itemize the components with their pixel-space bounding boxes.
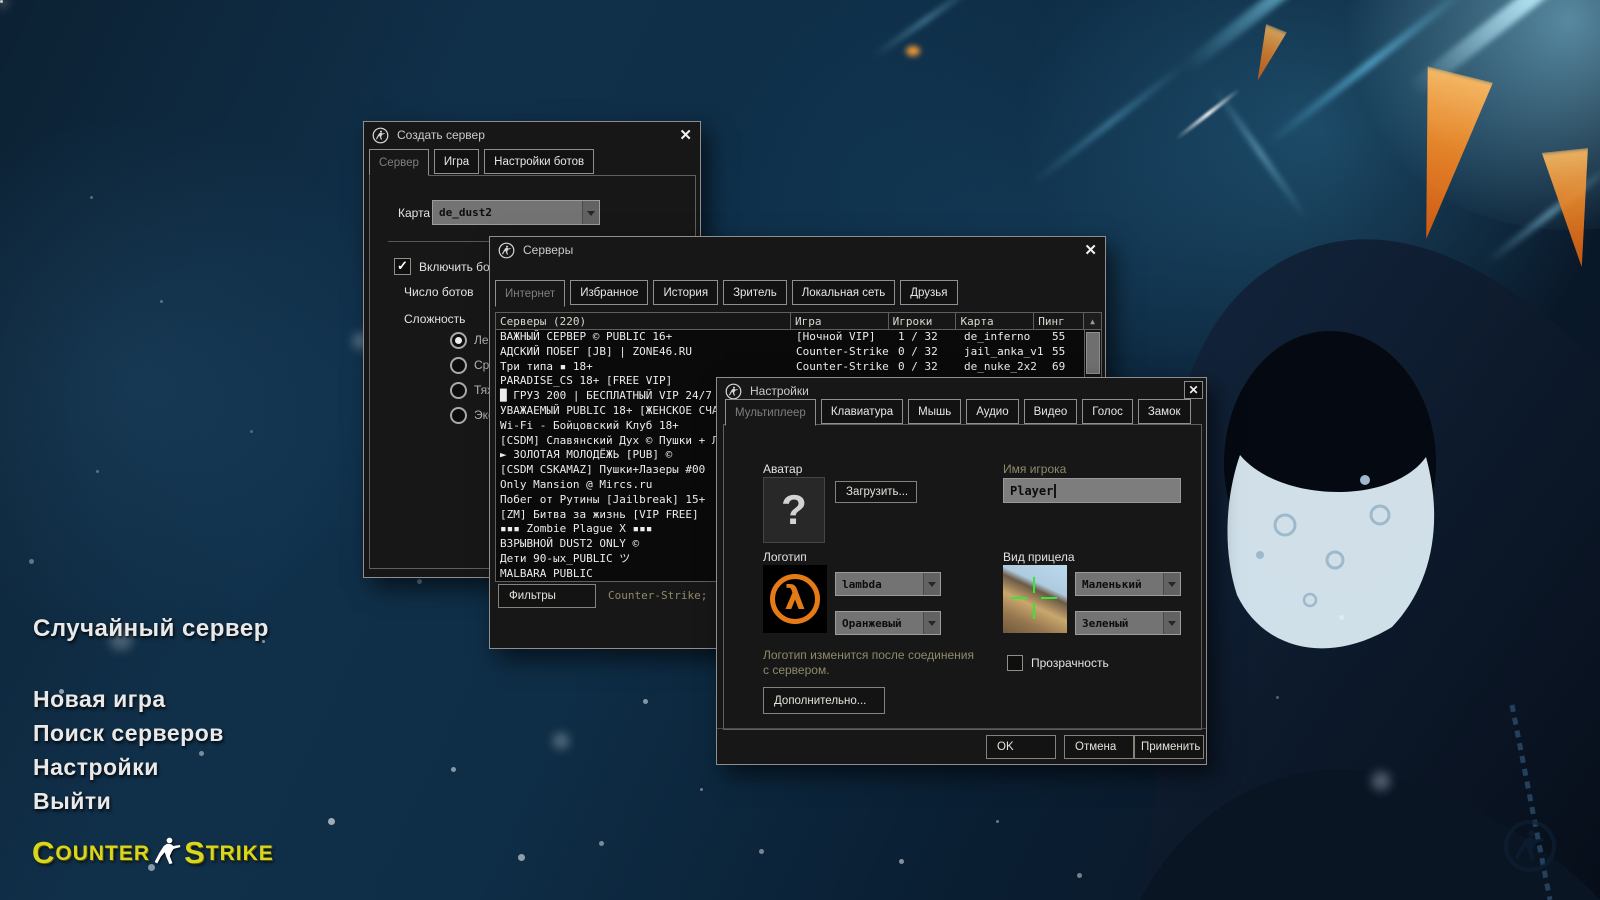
logo-text: S (184, 839, 206, 866)
server-list-header: Серверы (220) Игра Игроки Карта Пинг ▲ (496, 313, 1101, 330)
tab-friends[interactable]: Друзья (900, 280, 957, 305)
server-name: ВЗРЫВНОЙ DUST2 ONLY © (500, 537, 639, 552)
settings-panel (723, 424, 1202, 730)
server-players: 0 / 32 (898, 360, 938, 375)
servers-tabs: Интернет Избранное История Зритель Локал… (495, 280, 958, 307)
counter-strike-logo: COUNTER STRIKE (32, 834, 274, 866)
column-servers[interactable]: Серверы (220) (496, 313, 791, 329)
close-icon[interactable]: ✕ (1084, 243, 1097, 258)
server-game: Counter-Strike (796, 360, 889, 375)
cs-soldier-icon (153, 834, 183, 868)
server-row[interactable]: ВАЖНЫЙ СЕРВЕР © PUBLIC 16+ [Ночной VIP] … (496, 330, 1086, 345)
window-title: Настройки (750, 384, 809, 398)
cancel-button[interactable]: Отмена (1064, 735, 1134, 759)
logo-text: TRIKE (206, 841, 274, 866)
menu-item-new-game[interactable]: Новая игра (33, 686, 166, 713)
filters-button[interactable]: Фильтры (498, 584, 596, 608)
tab-mouse[interactable]: Мышь (908, 399, 961, 424)
server-map: jail_anka_v1 (964, 345, 1043, 360)
apply-button[interactable]: Применить (1134, 735, 1204, 759)
server-name: [ZM] Битва за жизнь [VIP FREE] (500, 508, 699, 523)
logo-text: C (32, 839, 55, 866)
cs-icon (498, 242, 515, 259)
server-row[interactable]: АДСКИЙ ПОБЕГ [JB] | ZONE46.RU Counter-St… (496, 345, 1086, 360)
server-name: Wi-Fi - Бойцовский Клуб 18+ (500, 419, 679, 434)
column-players[interactable]: Игроки (889, 313, 957, 329)
server-map: de_nuke_2x2 (964, 360, 1037, 375)
menu-item-find-servers[interactable]: Поиск серверов (33, 720, 224, 747)
tab-spectate[interactable]: Зритель (723, 280, 787, 305)
tab-keyboard[interactable]: Клавиатура (821, 399, 903, 424)
menu-item-quit[interactable]: Выйти (33, 788, 111, 815)
server-map: de_inferno (964, 330, 1030, 345)
cs-icon (372, 127, 389, 144)
column-ping[interactable]: Пинг (1034, 313, 1084, 329)
server-name: Три типа ▪ 18+ (500, 360, 593, 375)
window-title: Создать сервер (397, 128, 485, 142)
tab-video[interactable]: Видео (1024, 399, 1078, 424)
server-name: [CSDM] Славянский Дух © Пушки + Лазеры (500, 434, 752, 449)
tab-history[interactable]: История (653, 280, 718, 305)
tab-bot-settings[interactable]: Настройки ботов (484, 149, 594, 174)
scrollbar-thumb[interactable] (1086, 332, 1100, 374)
settings-window: Настройки ✕ Мультиплеер Клавиатура Мышь … (716, 377, 1207, 765)
tab-voice[interactable]: Голос (1082, 399, 1133, 424)
tab-lan[interactable]: Локальная сеть (792, 280, 896, 305)
filter-text: Counter-Strike; (608, 589, 707, 602)
server-name: ► ЗОЛОТАЯ МОЛОДЁЖЬ [PUB] © (500, 448, 672, 463)
server-players: 0 / 32 (898, 345, 938, 360)
server-name: ▪▪▪ Zombie Plague X ▪▪▪ (500, 522, 652, 537)
server-game: [Ночной VIP] (796, 330, 875, 345)
tab-internet[interactable]: Интернет (495, 280, 565, 307)
tab-favorites[interactable]: Избранное (570, 280, 648, 305)
server-name: АДСКИЙ ПОБЕГ [JB] | ZONE46.RU (500, 345, 692, 360)
close-icon[interactable]: ✕ (1184, 381, 1203, 399)
bg-layer (0, 120, 420, 640)
settings-tabs: Мультиплеер Клавиатура Мышь Аудио Видео … (725, 399, 1191, 426)
server-ping: 55 (1052, 345, 1065, 360)
create-server-tabs: Сервер Игра Настройки ботов (369, 149, 594, 176)
server-name: PARADISE_CS 18+ [FREE VIP] (500, 374, 672, 389)
tab-game[interactable]: Игра (434, 149, 479, 174)
column-map[interactable]: Карта (956, 313, 1034, 329)
desktop: Случайный сервер Новая игра Поиск сервер… (0, 0, 1600, 900)
bg-bokeh-dots (0, 0, 6, 6)
window-title: Серверы (523, 243, 573, 257)
servers-titlebar[interactable]: Серверы ✕ (490, 237, 1105, 263)
tab-lock[interactable]: Замок (1138, 399, 1191, 424)
server-name: MALBARA PUBLIC (500, 567, 593, 582)
server-name: ВАЖНЫЙ СЕРВЕР © PUBLIC 16+ (500, 330, 672, 345)
server-players: 1 / 32 (898, 330, 938, 345)
server-name: УВАЖАЕМЫЙ PUBLIC 18+ [ЖЕНСКОЕ СЧАС (500, 404, 725, 419)
bg-orange-dot (906, 46, 920, 56)
close-icon[interactable]: ✕ (679, 128, 692, 143)
server-ping: 55 (1052, 330, 1065, 345)
server-row[interactable]: Три типа ▪ 18+ Counter-Strike 0 / 32 de_… (496, 360, 1086, 375)
cs-icon (725, 383, 742, 400)
scroll-up-icon[interactable]: ▲ (1084, 313, 1101, 329)
tab-multiplayer[interactable]: Мультиплеер (725, 399, 816, 426)
cs-watermark-icon (1502, 818, 1558, 874)
menu-item-options[interactable]: Настройки (33, 754, 159, 781)
server-game: Counter-Strike (796, 345, 889, 360)
server-name: Only Mansion @ Mircs.ru (500, 478, 652, 493)
server-name: Дети 90-ых_PUBLIC ツ (500, 552, 630, 567)
tab-server[interactable]: Сервер (369, 149, 429, 176)
server-name: Побег от Рутины [Jailbreak] 15+ (500, 493, 705, 508)
server-ping: 69 (1052, 360, 1065, 375)
logo-text: OUNTER (55, 841, 150, 866)
column-game[interactable]: Игра (791, 313, 889, 329)
server-name: [CSDM CSKAMAZ] Пушки+Лазеры #00 (500, 463, 705, 478)
server-name: █ ГРУЗ 200 | БЕСПЛАТНЫЙ VIP 24/7 █ (500, 389, 725, 404)
tab-audio[interactable]: Аудио (966, 399, 1018, 424)
menu-item-random-server[interactable]: Случайный сервер (33, 615, 269, 643)
ok-button[interactable]: OK (986, 735, 1056, 759)
create-server-titlebar[interactable]: Создать сервер ✕ (364, 122, 700, 148)
